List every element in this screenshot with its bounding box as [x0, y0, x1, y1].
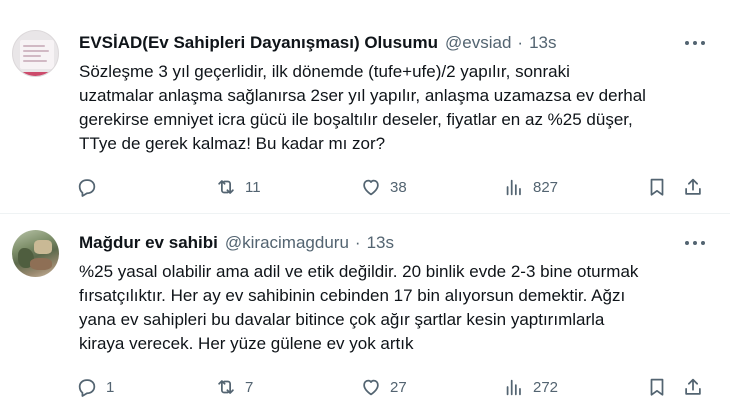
- tweet-text-line: Sözleşme 3 yıl geçerlidir, ilk dönemde (…: [79, 62, 570, 81]
- tweet-card[interactable]: EVSİAD(Ev Sahipleri Dayanışması) Olusumu…: [0, 0, 730, 213]
- avatar[interactable]: [12, 30, 59, 77]
- retweet-count: 11: [245, 178, 261, 196]
- share-icon: [685, 378, 701, 395]
- author-handle[interactable]: @evsiad: [445, 33, 511, 53]
- retweet-icon: [218, 380, 234, 394]
- views-chart-icon: [506, 179, 521, 196]
- doc-stripe: [13, 72, 58, 76]
- reply-button[interactable]: 1: [76, 374, 114, 400]
- tweet-text: %25 yasal olabilir ama adil ve etik deği…: [79, 260, 714, 356]
- tweet-text-line: gerekirse emniyet icra gücü ile boşaltıl…: [79, 110, 633, 129]
- like-count: 38: [390, 178, 407, 196]
- avatar-photo-shape: [34, 240, 52, 254]
- action-bar: 11 38 827: [0, 174, 730, 200]
- retweet-button[interactable]: 11: [215, 174, 261, 200]
- share-button[interactable]: [682, 374, 704, 400]
- doc-line: [23, 50, 49, 52]
- bookmark-button[interactable]: [646, 174, 668, 200]
- retweet-button[interactable]: 7: [215, 374, 253, 400]
- doc-line: [23, 45, 45, 47]
- bookmark-icon: [650, 378, 664, 396]
- author-handle[interactable]: @kiracimagduru: [225, 233, 349, 253]
- like-button[interactable]: 38: [360, 174, 407, 200]
- reply-icon: [78, 379, 96, 397]
- doc-line: [23, 60, 47, 62]
- bookmark-button[interactable]: [646, 374, 668, 400]
- bookmark-icon: [650, 178, 664, 196]
- tweet-text-line: yana ev sahipleri bu davalar bitince çok…: [79, 310, 605, 329]
- like-count: 27: [390, 378, 407, 396]
- tweet-text: Sözleşme 3 yıl geçerlidir, ilk dönemde (…: [79, 60, 714, 156]
- tweet-text-line: kiraya verecek. Her yüze gülene ev yok a…: [79, 334, 414, 353]
- views-count: 827: [533, 178, 559, 196]
- more-dots-icon[interactable]: [682, 233, 708, 253]
- share-button[interactable]: [682, 174, 704, 200]
- retweet-icon: [218, 180, 234, 194]
- author-name[interactable]: EVSİAD(Ev Sahipleri Dayanışması) Olusumu: [79, 33, 438, 53]
- heart-icon: [363, 379, 379, 396]
- views-chart-icon: [506, 379, 521, 396]
- timestamp[interactable]: 13s: [529, 33, 556, 53]
- heart-icon: [363, 179, 379, 196]
- views-button[interactable]: 827: [503, 174, 558, 200]
- views-button[interactable]: 272: [503, 374, 558, 400]
- reply-button[interactable]: [76, 174, 106, 200]
- tweet-text-line: TTye de gerek kalmaz! Bu kadar mı zor?: [79, 134, 386, 153]
- tweet-text-line: uzatmalar anlaşma sağlanırsa 2ser yıl ya…: [79, 86, 646, 105]
- views-count: 272: [533, 378, 559, 396]
- avatar[interactable]: [12, 230, 59, 277]
- author-name[interactable]: Mağdur ev sahibi: [79, 233, 218, 253]
- doc-line: [23, 55, 41, 57]
- avatar-photo-shape: [30, 258, 52, 270]
- reply-icon: [78, 179, 96, 197]
- timestamp[interactable]: 13s: [367, 233, 394, 253]
- tweet-header: EVSİAD(Ev Sahipleri Dayanışması) Olusumu…: [79, 31, 557, 55]
- retweet-count: 7: [245, 378, 254, 396]
- action-bar: 1 7 27 272: [0, 374, 730, 400]
- separator-dot: ·: [354, 233, 361, 252]
- tweet-text-line: %25 yasal olabilir ama adil ve etik deği…: [79, 262, 639, 281]
- like-button[interactable]: 27: [360, 374, 407, 400]
- separator-dot: ·: [517, 33, 524, 52]
- tweet-header: Mağdur ev sahibi @kiracimagduru · 13s: [79, 231, 394, 255]
- tweet-card[interactable]: Mağdur ev sahibi @kiracimagduru · 13s %2…: [0, 214, 730, 420]
- tweet-text-line: fırsatçılıktır. Her ay ev sahibinin cebi…: [79, 286, 626, 305]
- reply-count: 1: [106, 378, 115, 396]
- more-dots-icon[interactable]: [682, 33, 708, 53]
- share-icon: [685, 178, 701, 195]
